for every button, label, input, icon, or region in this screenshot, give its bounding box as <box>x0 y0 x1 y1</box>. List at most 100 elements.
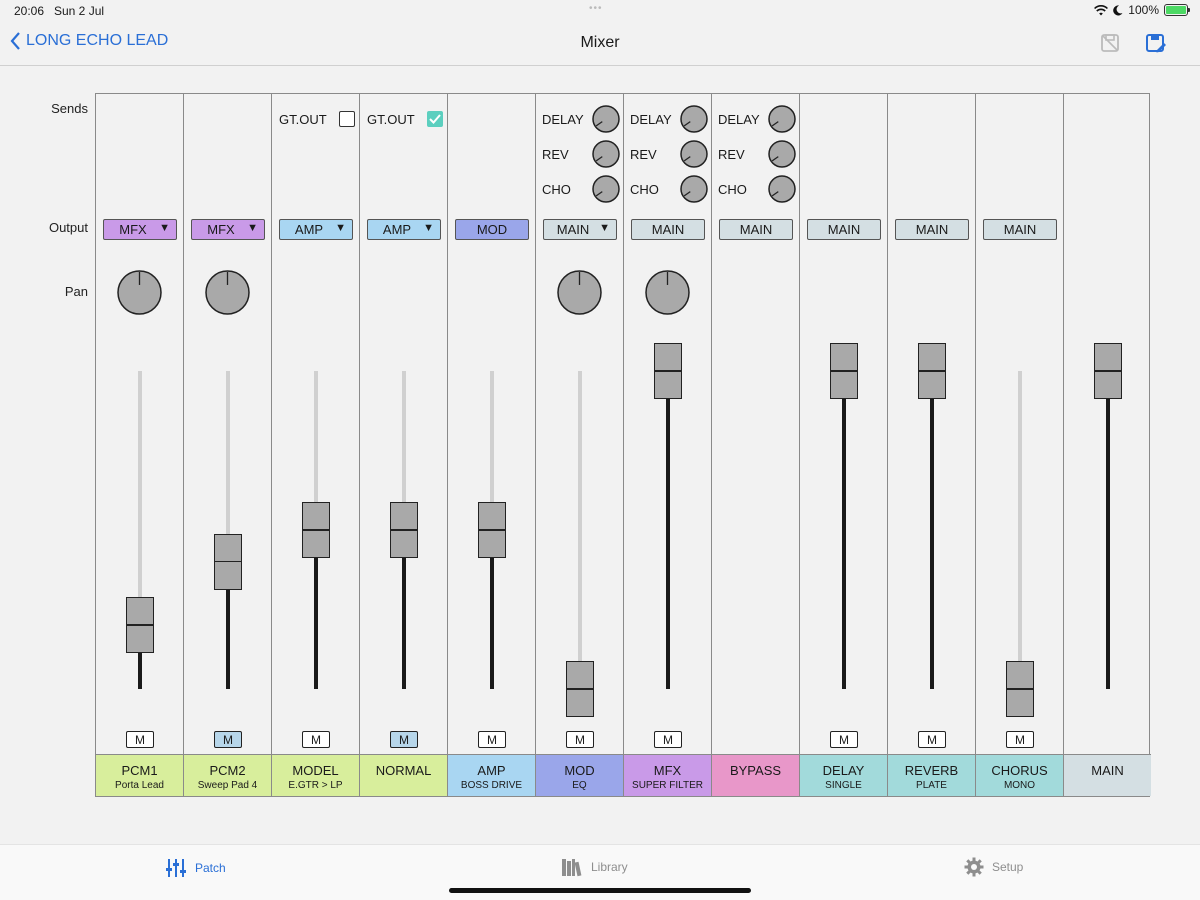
fader-track[interactable] <box>1106 371 1110 689</box>
tab-library[interactable]: Library <box>561 857 628 877</box>
send-delay-knob[interactable] <box>680 105 708 136</box>
send-delay-knob[interactable] <box>592 105 620 136</box>
channel-name[interactable]: AMP BOSS DRIVE <box>448 754 535 796</box>
channel-label: MAIN <box>1091 763 1124 778</box>
send-delay-label: DELAY <box>718 112 760 127</box>
mixer-panel: MFX ▼ M PCM1 Porta Lead MFX ▼ M PCM2 Swe… <box>95 93 1151 797</box>
send-cho: CHO <box>718 174 796 204</box>
channel-name[interactable]: MFX SUPER FILTER <box>624 754 711 796</box>
send-delay-label: DELAY <box>542 112 584 127</box>
fader-handle[interactable] <box>1006 661 1034 717</box>
write-patch-button[interactable] <box>1145 33 1167 60</box>
mute-button[interactable]: M <box>918 731 946 748</box>
send-cho-knob[interactable] <box>592 175 620 206</box>
battery-percent: 100% <box>1128 3 1159 17</box>
mute-button[interactable]: M <box>1006 731 1034 748</box>
fader-track[interactable] <box>842 371 846 689</box>
channel-label: MOD <box>564 763 595 778</box>
channel-sublabel: BOSS DRIVE <box>460 780 523 791</box>
mute-button[interactable]: M <box>654 731 682 748</box>
fader-track[interactable] <box>1018 371 1022 689</box>
mute-button[interactable]: M <box>478 731 506 748</box>
send-delay: DELAY <box>542 104 620 134</box>
pan-knob[interactable] <box>645 270 690 320</box>
mute-button[interactable]: M <box>390 731 418 748</box>
output-selector[interactable]: MAIN <box>895 219 969 240</box>
channel-name[interactable]: CHORUS MONO <box>976 754 1063 796</box>
channel-label: CHORUS <box>991 763 1048 778</box>
channel-strip: DELAY REV CHO MAIN ▼ M MOD EQ <box>536 94 624 796</box>
mute-button[interactable]: M <box>302 731 330 748</box>
mute-button[interactable]: M <box>566 731 594 748</box>
output-selector[interactable]: MOD <box>455 219 529 240</box>
send-cho-label: CHO <box>542 182 571 197</box>
send-rev-label: REV <box>630 147 657 162</box>
channel-strip: DELAY REV CHO MAIN BYPASS <box>712 94 800 796</box>
write-disabled-button[interactable] <box>1100 33 1120 58</box>
fader-handle[interactable] <box>126 597 154 654</box>
fader-handle[interactable] <box>302 502 330 558</box>
gt-out-checkbox[interactable] <box>339 111 355 127</box>
output-selector[interactable]: MFX ▼ <box>103 219 177 240</box>
fader-handle[interactable] <box>918 343 946 399</box>
mute-button[interactable]: M <box>126 731 154 748</box>
send-rev-label: REV <box>542 147 569 162</box>
mute-button[interactable]: M <box>214 731 242 748</box>
channel-name[interactable]: MODEL E.GTR > LP <box>272 754 359 796</box>
send-rev-label: REV <box>718 147 745 162</box>
output-value: MAIN <box>1003 222 1037 237</box>
tab-setup[interactable]: Setup <box>964 857 1023 877</box>
fader-handle[interactable] <box>478 502 506 558</box>
pan-knob[interactable] <box>205 270 250 320</box>
channel-sublabel: SUPER FILTER <box>632 780 703 791</box>
mute-button[interactable]: M <box>830 731 858 748</box>
output-selector[interactable]: MFX ▼ <box>191 219 265 240</box>
fader-handle[interactable] <box>390 502 418 558</box>
home-indicator <box>449 888 751 893</box>
output-selector[interactable]: MAIN ▼ <box>543 219 617 240</box>
send-rev-knob[interactable] <box>768 140 796 171</box>
output-selector[interactable]: MAIN <box>983 219 1057 240</box>
output-selector[interactable]: AMP ▼ <box>279 219 353 240</box>
channel-name[interactable]: MAIN <box>1064 754 1151 796</box>
output-selector[interactable]: AMP ▼ <box>367 219 441 240</box>
output-selector[interactable]: MAIN <box>719 219 793 240</box>
channel-name[interactable]: MOD EQ <box>536 754 623 796</box>
fader-handle[interactable] <box>1094 343 1122 399</box>
multitasking-dots: ••• <box>589 3 603 14</box>
send-cho-label: CHO <box>718 182 747 197</box>
fader-handle[interactable] <box>830 343 858 399</box>
send-cho-knob[interactable] <box>768 175 796 206</box>
send-cho: CHO <box>542 174 620 204</box>
send-cho-knob[interactable] <box>680 175 708 206</box>
send-delay-knob[interactable] <box>768 105 796 136</box>
pan-knob[interactable] <box>557 270 602 320</box>
fader-track[interactable] <box>930 371 934 689</box>
channel-name[interactable]: DELAY SINGLE <box>800 754 887 796</box>
fader-track[interactable] <box>578 371 582 689</box>
channel-label: NORMAL <box>375 763 432 778</box>
channel-name[interactable]: PCM2 Sweep Pad 4 <box>184 754 271 796</box>
fader-track[interactable] <box>666 371 670 689</box>
fader-track[interactable] <box>226 371 230 689</box>
output-selector[interactable]: MAIN <box>807 219 881 240</box>
gt-out-checkbox[interactable] <box>427 111 443 127</box>
pan-knob[interactable] <box>117 270 162 320</box>
output-selector[interactable]: MAIN <box>631 219 705 240</box>
channel-name[interactable]: REVERB PLATE <box>888 754 975 796</box>
fader-handle[interactable] <box>214 533 242 590</box>
channel-name[interactable]: NORMAL <box>360 754 447 796</box>
channel-name[interactable]: PCM1 Porta Lead <box>96 754 183 796</box>
fader-handle[interactable] <box>566 661 594 717</box>
output-value: AMP <box>382 222 412 237</box>
fader-handle[interactable] <box>654 343 682 399</box>
status-time: 20:06 <box>14 4 45 18</box>
gt-out-toggle[interactable]: GT.OUT <box>367 111 443 127</box>
gt-out-toggle[interactable]: GT.OUT <box>279 111 355 127</box>
tab-patch[interactable]: Patch <box>165 857 226 879</box>
send-rev-knob[interactable] <box>592 140 620 171</box>
send-rev-knob[interactable] <box>680 140 708 171</box>
channel-strip: MFX ▼ M PCM1 Porta Lead <box>96 94 184 796</box>
channel-name[interactable]: BYPASS <box>712 754 799 796</box>
dropdown-arrow-icon: ▼ <box>335 222 346 234</box>
